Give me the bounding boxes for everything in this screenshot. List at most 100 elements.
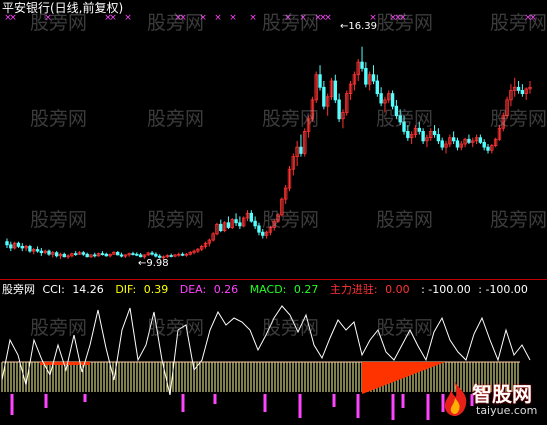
watermark-text: 股旁网 (376, 209, 434, 231)
candle-body (16, 242, 21, 247)
cci-label: CCI: (42, 283, 65, 296)
candle-body (100, 253, 105, 256)
candle-body (62, 253, 66, 258)
candle-body (440, 140, 444, 148)
cci-value: 14.26 (72, 283, 104, 296)
price-low-label: ←9.98 (138, 258, 169, 269)
signal-marker: × (124, 13, 132, 23)
candle-body (9, 244, 13, 249)
stock-chart-window: × × × × × × × × × × × × × × × × × × × × × × × 平安银行(日线,前复权) ←16… (0, 0, 547, 425)
dea-value: 0.26 (213, 283, 239, 296)
candle-body (337, 99, 341, 120)
candle-body (20, 245, 24, 249)
candle-body (47, 250, 51, 255)
signal-marker: × (324, 13, 332, 23)
candle-body (360, 61, 364, 69)
candle-body (451, 137, 456, 142)
watermark-text: 股旁网 (147, 209, 205, 231)
watermark-text: 股旁网 (147, 317, 205, 339)
dea-label: DEA: (179, 283, 207, 296)
candle-body (81, 252, 86, 255)
zljz-value: 0.00 (385, 283, 410, 296)
candle-body (249, 212, 254, 222)
watermark-text: 股旁网 (30, 12, 88, 34)
candle-body (379, 93, 383, 104)
signal-marker: × (249, 13, 257, 23)
candle-body (333, 80, 338, 101)
indicator-legend: 股旁网 CCI: 14.26 DIF: 0.39 DEA: 0.26 MACD:… (2, 283, 532, 296)
candle-body (436, 134, 441, 142)
candle-body (234, 219, 238, 224)
candle-body (169, 255, 173, 257)
candle-body (119, 254, 124, 257)
candle-body (180, 253, 185, 256)
watermark-text: 股旁网 (376, 108, 434, 130)
watermark-text: 股旁网 (490, 108, 547, 130)
candle-body (54, 252, 59, 257)
candle-body (432, 130, 437, 135)
dif-readout: DIF: 0.39 (115, 283, 172, 296)
watermark-text: 股旁网 (262, 209, 320, 231)
candle-body (455, 140, 460, 148)
candle-body (28, 245, 32, 252)
signal-strip (40, 362, 90, 365)
candle-body (135, 253, 139, 256)
dif-label: DIF: (115, 283, 137, 296)
price-high-label: ←16.39 (340, 21, 377, 32)
candle-body (322, 86, 326, 107)
watermark-text: 股旁网 (490, 209, 547, 231)
watermark-text: 股旁网 (30, 317, 88, 339)
watermark-text: 股旁网 (147, 108, 205, 130)
watermark-text: 股旁网 (376, 12, 434, 34)
candle-body (482, 142, 486, 148)
brand-logo: 智股网 taiyue.com (440, 378, 544, 422)
candle-body (138, 254, 143, 258)
brand-name: 智股网 (472, 382, 532, 406)
watermark-text: 股旁网 (262, 108, 320, 130)
candle-body (375, 80, 379, 95)
candle-body (318, 74, 322, 88)
candle-body (253, 220, 257, 227)
candle-body (93, 254, 97, 257)
watermark-text: 股旁网 (490, 12, 547, 34)
zljz-readout: 主力进驻: 0.00 (330, 283, 414, 296)
dea-readout: DEA: 0.26 (180, 283, 242, 296)
flame-icon (444, 382, 467, 416)
watermark-text: 股旁网 (376, 317, 434, 339)
dif-value: 0.39 (143, 283, 169, 296)
candle-body (261, 231, 265, 236)
candle-body (520, 90, 525, 94)
candle-body (371, 74, 376, 82)
candle-body (104, 253, 108, 257)
watermark-text: 股旁网 (30, 108, 88, 130)
price-high-value: 16.39 (348, 21, 378, 32)
watermark-text: 股旁网 (262, 317, 320, 339)
candle-body (299, 146, 303, 154)
zljz-label: 主力进驻: (329, 283, 378, 296)
macd-readout: MACD: 0.27 (250, 283, 323, 296)
candle-body (516, 86, 521, 91)
cci-readout: CCI: 14.26 (43, 283, 108, 296)
extra-readout-1: : -100.00 (421, 283, 471, 296)
candle-body (85, 253, 89, 258)
candle-body (467, 138, 471, 143)
candle-body (238, 222, 242, 227)
candle-body (150, 252, 154, 255)
candle-body (478, 137, 483, 143)
price-low-value: 9.98 (146, 258, 169, 269)
candle-body (74, 253, 78, 256)
macd-value: 0.27 (293, 283, 319, 296)
candle-body (257, 225, 261, 233)
watermark-text: 股旁网 (147, 12, 205, 34)
candle-body (39, 250, 44, 254)
candle-body (116, 251, 120, 256)
signal-marker: × (214, 13, 222, 23)
candle-body (421, 130, 425, 142)
candle-body (486, 146, 490, 151)
candle-body (154, 253, 158, 257)
extra-readout-2: : -100.00 (478, 283, 528, 296)
watermark-text: 股旁网 (30, 209, 88, 231)
brand-url: taiyue.com (476, 404, 538, 417)
watermark-text: 股旁网 (262, 12, 320, 34)
indicator-name: 股旁网 (2, 283, 35, 296)
